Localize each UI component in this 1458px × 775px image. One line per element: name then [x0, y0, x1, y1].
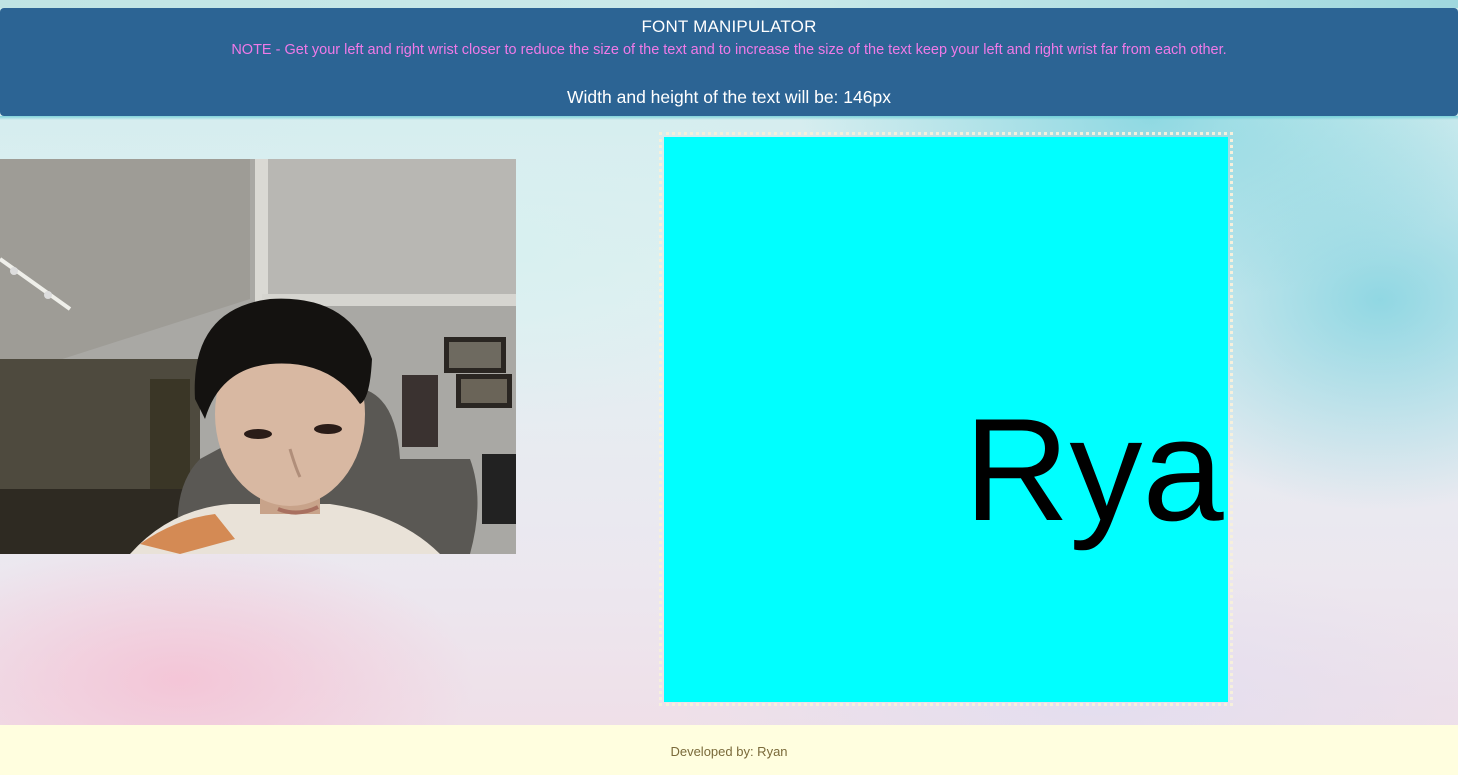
footer: Developed by: Ryan: [0, 725, 1458, 775]
header-divider: [0, 116, 1458, 120]
text-canvas: Ryan: [664, 137, 1228, 702]
app-header: FONT MANIPULATOR NOTE - Get your left an…: [0, 8, 1458, 116]
canvas-text: Ryan: [964, 388, 1228, 551]
webcam-feed: [0, 159, 516, 554]
webcam-feed-icon: [0, 159, 516, 554]
text-size-readout: Width and height of the text will be: 14…: [567, 87, 891, 107]
top-decor-strip: [0, 0, 1458, 8]
developer-credit: Developed by: Ryan: [670, 744, 788, 759]
instruction-note: NOTE - Get your left and right wrist clo…: [231, 42, 1227, 58]
page-title: FONT MANIPULATOR: [641, 17, 817, 36]
